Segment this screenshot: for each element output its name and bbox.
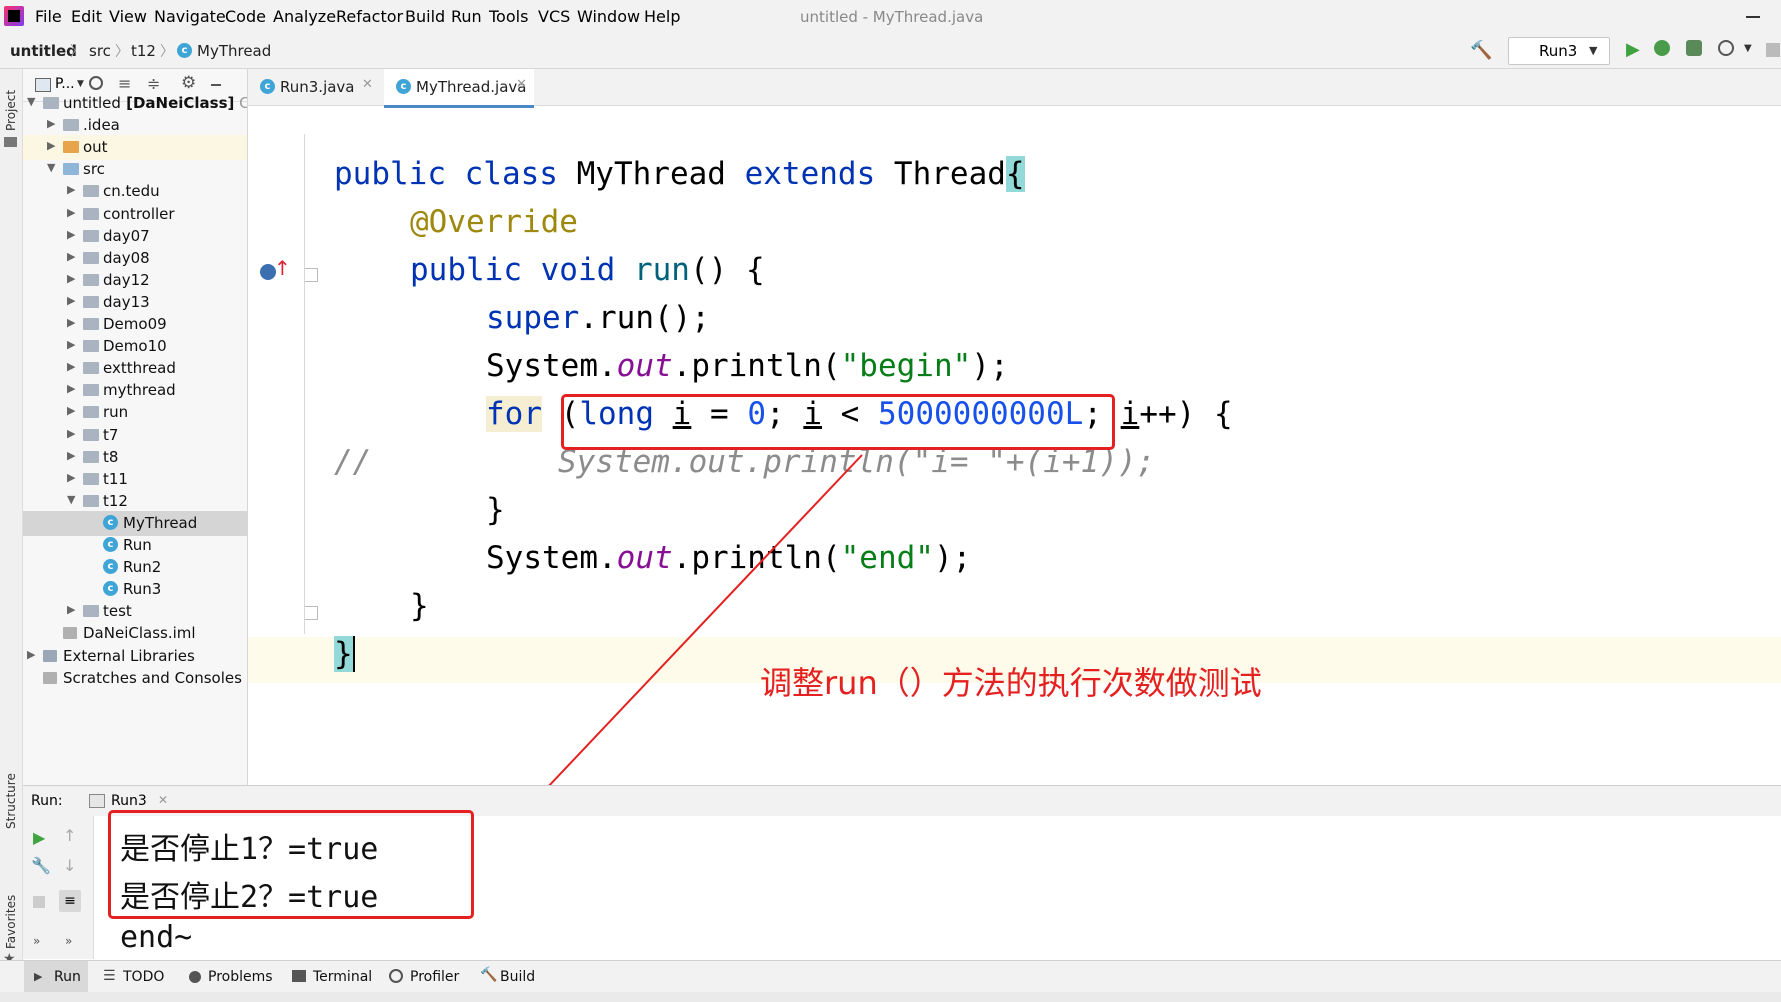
bottom-tab-terminal[interactable]: Terminal — [313, 969, 372, 985]
bottom-tab-label: Run — [54, 969, 81, 985]
run-config-icon — [89, 794, 105, 808]
up-arrow-icon[interactable]: ↑ — [63, 826, 76, 845]
rerun-icon[interactable]: ▶ — [33, 828, 45, 847]
bottom-tool-bar: ▶ Run ☰ TODO Problems Terminal Profiler … — [0, 960, 1781, 993]
problems-icon — [189, 971, 201, 983]
console-highlight-box — [108, 810, 474, 919]
bottom-tab-build[interactable]: Build — [500, 969, 535, 985]
close-icon[interactable]: ✕ — [158, 793, 168, 807]
profiler-icon — [389, 969, 403, 983]
terminal-icon — [292, 970, 306, 982]
run-panel-toolbar: ▶ ↑ 🔧 ↓ ≡ » » — [23, 816, 94, 959]
more-icon[interactable]: » — [65, 934, 72, 948]
soft-wrap-icon[interactable]: ≡ — [59, 890, 81, 912]
bottom-tab-run[interactable]: ▶ Run — [24, 961, 88, 993]
run-tab-label[interactable]: Run3 — [111, 793, 147, 809]
hammer-icon: 🔨 — [480, 967, 498, 983]
run-panel-title: Run: — [31, 793, 63, 809]
bottom-tab-problems[interactable]: Problems — [208, 969, 273, 985]
wrench-icon[interactable]: 🔧 — [31, 856, 51, 875]
more-icon[interactable]: » — [33, 934, 40, 948]
down-arrow-icon[interactable]: ↓ — [63, 856, 76, 875]
bottom-tab-todo[interactable]: TODO — [123, 969, 164, 985]
console-line: end~ — [120, 920, 193, 955]
bottom-tab-profiler[interactable]: Profiler — [410, 969, 459, 985]
status-bar — [0, 992, 1781, 1002]
stop-icon[interactable] — [33, 896, 45, 908]
play-icon: ▶ — [34, 970, 43, 983]
list-icon: ☰ — [103, 968, 116, 984]
